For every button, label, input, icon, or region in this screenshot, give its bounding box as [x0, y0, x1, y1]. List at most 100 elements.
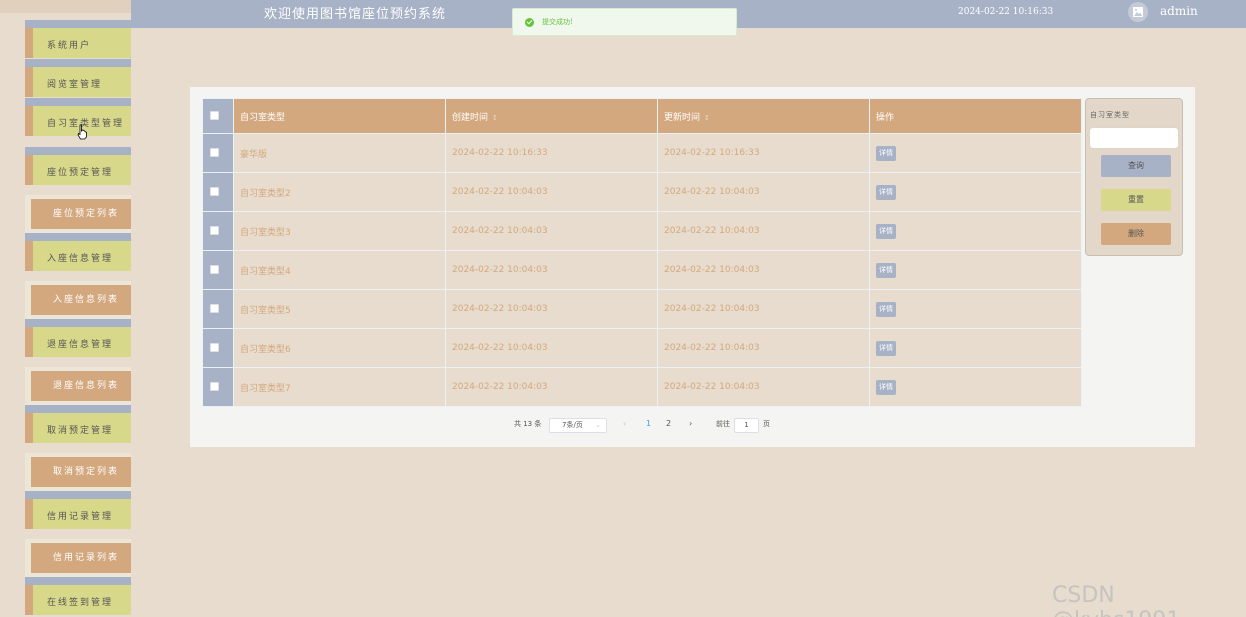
sidebar-subitem-seat-booking-list[interactable]: 座位预定列表 [25, 195, 131, 234]
sidebar-subitem-label: 入座信息列表 [53, 295, 120, 305]
row-checkbox[interactable] [210, 148, 219, 157]
row-checkbox[interactable] [210, 226, 219, 235]
sort-icon[interactable]: ↕ [704, 114, 710, 122]
sidebar: 系统用户 阅览室管理 自习室类型管理 座位预定管理 座位预定列表 入座信息管理 … [0, 0, 131, 617]
detail-button[interactable]: 详情 [876, 340, 896, 356]
header-updated[interactable]: 更新时间 ↕ [657, 98, 870, 134]
row-checkbox[interactable] [210, 187, 219, 196]
cell-type: 自习室类型7 [233, 367, 446, 407]
row-checkbox[interactable] [210, 382, 219, 391]
hand-cursor-icon [77, 124, 87, 140]
cell-type: 自习室类型4 [233, 250, 446, 290]
page-number-current[interactable]: 1 [646, 419, 651, 428]
menu-shadow [25, 491, 131, 499]
menu-shadow [25, 98, 131, 106]
sidebar-item-checkout[interactable]: 退座信息管理 [25, 327, 131, 357]
sidebar-logo-area [0, 0, 131, 13]
table-row: 自习室类型3 2024-02-22 10:04:03 2024-02-22 10… [202, 211, 1082, 251]
search-label: 自习室类型 [1090, 111, 1130, 119]
goto-label: 前往 [716, 420, 730, 428]
username[interactable]: admin [1160, 4, 1198, 18]
cell-type: 豪华版 [233, 133, 446, 173]
success-toast: 提交成功! [512, 8, 737, 36]
cell-type: 自习室类型6 [233, 328, 446, 368]
menu-shadow [25, 405, 131, 413]
cell-created: 2024-02-22 10:04:03 [445, 328, 658, 368]
app-title: 欢迎使用图书馆座位预约系统 [264, 7, 447, 22]
cell-updated: 2024-02-22 10:04:03 [657, 250, 870, 290]
cell-updated: 2024-02-22 10:04:03 [657, 172, 870, 212]
reset-button[interactable]: 重置 [1101, 189, 1171, 211]
sidebar-subitem-credit-list[interactable]: 信用记录列表 [25, 539, 131, 578]
select-all-cell [202, 98, 234, 134]
image-icon [1133, 7, 1143, 17]
sidebar-item-checkin[interactable]: 入座信息管理 [25, 241, 131, 271]
sidebar-subitem-label: 取消预定列表 [53, 467, 120, 477]
sidebar-item-reading-room[interactable]: 阅览室管理 [25, 67, 131, 97]
cell-updated: 2024-02-22 10:04:03 [657, 367, 870, 407]
menu-shadow [25, 59, 131, 67]
sidebar-item-cancel-booking[interactable]: 取消预定管理 [25, 413, 131, 443]
menu-shadow [25, 20, 131, 28]
sidebar-item-seat-booking[interactable]: 座位预定管理 [25, 155, 131, 185]
cell-type: 自习室类型5 [233, 289, 446, 329]
pagination-total: 共 13 条 [514, 420, 542, 428]
sidebar-item-label: 阅览室管理 [47, 80, 103, 90]
menu-shadow [25, 147, 131, 155]
menu-shadow [25, 577, 131, 585]
sidebar-item-label: 取消预定管理 [47, 426, 114, 436]
sidebar-item-system-users[interactable]: 系统用户 [25, 28, 131, 58]
sidebar-item-credit[interactable]: 信用记录管理 [25, 499, 131, 529]
sidebar-subitem-checkout-list[interactable]: 退座信息列表 [25, 367, 131, 406]
detail-button[interactable]: 详情 [876, 223, 896, 239]
watermark: CSDN @kybs1991 [1052, 583, 1180, 617]
sidebar-subitem-checkin-list[interactable]: 入座信息列表 [25, 281, 131, 320]
row-checkbox[interactable] [210, 304, 219, 313]
row-checkbox[interactable] [210, 265, 219, 274]
cell-created: 2024-02-22 10:04:03 [445, 172, 658, 212]
cell-created: 2024-02-22 10:04:03 [445, 211, 658, 251]
header-created[interactable]: 创建时间 ↕ [445, 98, 658, 134]
cell-created: 2024-02-22 10:04:03 [445, 289, 658, 329]
detail-button[interactable]: 详情 [876, 262, 896, 278]
prev-page-button[interactable]: ‹ [623, 419, 626, 428]
query-button[interactable]: 查询 [1101, 155, 1171, 177]
avatar[interactable] [1128, 2, 1148, 22]
table-row: 自习室类型4 2024-02-22 10:04:03 2024-02-22 10… [202, 250, 1082, 290]
sidebar-item-label: 系统用户 [47, 41, 92, 51]
sidebar-item-label: 信用记录管理 [47, 512, 114, 522]
select-all-checkbox[interactable] [210, 111, 219, 120]
sidebar-item-online-signin[interactable]: 在线签到管理 [25, 585, 131, 615]
cell-type: 自习室类型3 [233, 211, 446, 251]
sidebar-item-label: 在线签到管理 [47, 598, 114, 608]
detail-button[interactable]: 详情 [876, 145, 896, 161]
detail-button[interactable]: 详情 [876, 301, 896, 317]
table-row: 自习室类型7 2024-02-22 10:04:03 2024-02-22 10… [202, 367, 1082, 407]
content-panel: 自习室类型 创建时间 ↕ 更新时间 ↕ 操作 豪华版 2024-02-22 10:1… [190, 87, 1195, 447]
cell-created: 2024-02-22 10:04:03 [445, 367, 658, 407]
sidebar-subitem-label: 退座信息列表 [53, 381, 120, 391]
cell-type: 自习室类型2 [233, 172, 446, 212]
detail-button[interactable]: 详情 [876, 184, 896, 200]
page-number[interactable]: 2 [666, 419, 671, 428]
table-row: 豪华版 2024-02-22 10:16:33 2024-02-22 10:16… [202, 133, 1082, 173]
table-row: 自习室类型2 2024-02-22 10:04:03 2024-02-22 10… [202, 172, 1082, 212]
delete-button[interactable]: 删除 [1101, 223, 1171, 245]
menu-shadow [25, 233, 131, 241]
header-type: 自习室类型 [233, 98, 446, 134]
cell-updated: 2024-02-22 10:04:03 [657, 211, 870, 251]
page-suffix: 页 [763, 420, 770, 428]
sidebar-item-label: 退座信息管理 [47, 340, 114, 350]
page-size-select[interactable]: 7条/页 ⌄ [549, 418, 607, 433]
cell-created: 2024-02-22 10:16:33 [445, 133, 658, 173]
sidebar-subitem-cancel-booking-list[interactable]: 取消预定列表 [25, 453, 131, 492]
next-page-button[interactable]: › [689, 419, 692, 428]
goto-page-input[interactable]: 1 [734, 418, 759, 433]
current-datetime: 2024-02-22 10:16:33 [958, 7, 1054, 17]
row-checkbox[interactable] [210, 343, 219, 352]
search-input[interactable] [1089, 127, 1179, 149]
sort-icon[interactable]: ↕ [492, 114, 498, 122]
detail-button[interactable]: 详情 [876, 379, 896, 395]
header-actions: 操作 [869, 98, 1082, 134]
cell-updated: 2024-02-22 10:04:03 [657, 328, 870, 368]
